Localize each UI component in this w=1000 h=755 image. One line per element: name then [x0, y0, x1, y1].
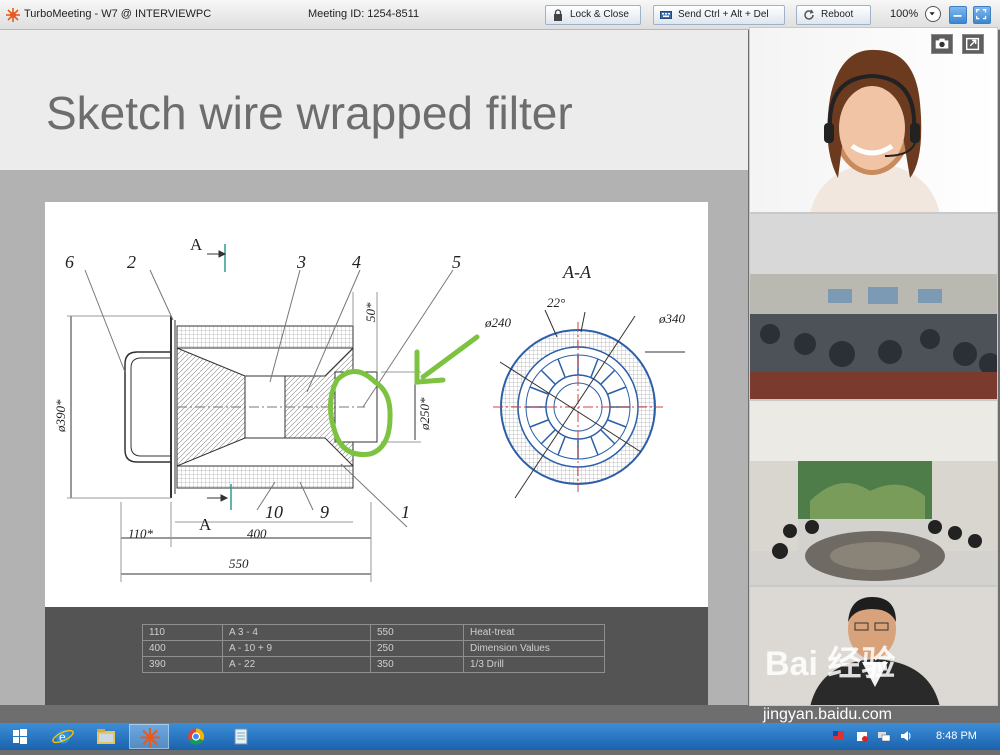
reboot-button[interactable]: Reboot: [796, 5, 871, 25]
reboot-icon: [804, 9, 814, 20]
table-row: 400 A - 10 + 9 250 Dimension Values: [142, 640, 605, 657]
video-feed-presenter[interactable]: [749, 27, 998, 213]
network-icon[interactable]: [877, 729, 891, 743]
video-feed-lecture-hall[interactable]: [749, 213, 998, 400]
lock-close-label: Lock & Close: [570, 9, 629, 20]
dim-240: ø240: [484, 315, 512, 330]
section-view: [493, 309, 685, 499]
taskbar-clock[interactable]: 8:48 PM: [936, 730, 977, 742]
dimension-table-panel: 110 A 3 - 4 550 Heat-treat 400 A - 10 + …: [45, 607, 708, 705]
dim-250: ø250*: [417, 397, 432, 431]
meeting-id: Meeting ID: 1254-8511: [308, 8, 420, 20]
send-ctrl-alt-del-button[interactable]: Send Ctrl + Alt + Del: [653, 5, 785, 25]
section-title: A-A: [562, 262, 592, 282]
callout-10: 10: [265, 502, 283, 522]
taskbar-chrome[interactable]: [176, 724, 216, 749]
callout-2: 2: [127, 252, 136, 272]
technical-drawing: A A A-A 6 2 3 4 5 10 9 1 ø390* ø250* 50*…: [45, 202, 708, 607]
callout-5: 5: [452, 252, 461, 272]
baidu-watermark-logo: Bai 经验: [765, 645, 896, 683]
zoom-level: 100%: [890, 8, 919, 20]
taskbar-explorer[interactable]: [86, 724, 126, 749]
filter-drawing-svg: A A A-A 6 2 3 4 5 10 9 1 ø390* ø250* 50*…: [53, 235, 686, 582]
table-cell: 250: [370, 640, 464, 657]
notepad-icon: [234, 728, 248, 745]
slide-title: Sketch wire wrapped filter: [46, 87, 573, 139]
table-cell: 400: [142, 640, 223, 657]
taskbar: e 8:48 PM: [0, 723, 1000, 750]
ie-icon: e: [52, 729, 74, 744]
dimension-table: 110 A 3 - 4 550 Heat-treat 400 A - 10 + …: [142, 624, 605, 673]
fullscreen-button[interactable]: [973, 6, 991, 24]
table-cell: Heat-treat: [463, 624, 605, 641]
taskbar-ie[interactable]: e: [43, 724, 83, 749]
table-row: 110 A 3 - 4 550 Heat-treat: [142, 624, 605, 641]
chevron-down-icon: [929, 12, 935, 16]
dim-340: ø340: [658, 311, 686, 326]
taskbar-turbomeeting[interactable]: [129, 724, 169, 749]
window-title: TurboMeeting - W7 @ INTERVIEWPC: [24, 8, 212, 20]
callout-9: 9: [320, 502, 329, 522]
flag-icon[interactable]: [832, 729, 846, 743]
callout-3: 3: [296, 252, 306, 272]
popout-icon: [965, 37, 980, 51]
conference-room-video-image: [750, 401, 997, 581]
lock-close-button[interactable]: Lock & Close: [545, 5, 641, 25]
table-cell: 110: [142, 624, 223, 641]
title-bar: TurboMeeting - W7 @ INTERVIEWPC Meeting …: [0, 0, 1000, 30]
table-cell: 390: [142, 656, 223, 673]
table-cell: A 3 - 4: [222, 624, 371, 641]
shared-slide: Sketch wire wrapped filter A A A-A 6 2 3…: [0, 30, 748, 705]
zoom-dropdown[interactable]: [925, 6, 941, 22]
table-cell: 1/3 Drill: [463, 656, 605, 673]
table-cell: A - 22: [222, 656, 371, 673]
send-ctrl-alt-del-label: Send Ctrl + Alt + Del: [678, 9, 769, 20]
camera-icon: [935, 38, 949, 49]
dim-50: 50*: [363, 302, 378, 322]
lecture-hall-video-image: [750, 214, 997, 399]
turbomeeting-icon: [140, 728, 160, 747]
lock-icon: [554, 9, 562, 21]
dim-angle: 22°: [547, 295, 565, 310]
chrome-icon: [188, 728, 205, 745]
slide-header: Sketch wire wrapped filter: [0, 30, 748, 170]
table-row: 390 A - 22 350 1/3 Drill: [142, 656, 605, 673]
dim-390: ø390*: [53, 399, 68, 433]
camera-button[interactable]: [931, 34, 953, 54]
reboot-label: Reboot: [821, 9, 854, 20]
folder-icon: [97, 729, 115, 744]
dim-400: 400: [247, 526, 267, 541]
section-marker-bottom: A: [199, 515, 212, 534]
keyboard-icon: [660, 11, 672, 19]
presenter-video-image: [810, 49, 940, 212]
volume-icon[interactable]: [899, 729, 913, 743]
dim-550: 550: [229, 556, 249, 571]
fullscreen-icon: [976, 9, 987, 20]
action-center-icon[interactable]: [855, 729, 869, 743]
callout-4: 4: [352, 252, 361, 272]
minimize-icon: [953, 15, 962, 17]
table-cell: A - 10 + 9: [222, 640, 371, 657]
turbomeeting-logo-icon: [6, 8, 20, 22]
table-cell: 350: [370, 656, 464, 673]
dim-110: 110*: [128, 526, 154, 541]
section-marker-top: A: [190, 235, 203, 254]
callout-6: 6: [65, 252, 74, 272]
table-cell: 550: [370, 624, 464, 641]
minimize-button[interactable]: [949, 6, 967, 24]
popout-button[interactable]: [962, 34, 984, 54]
windows-start-icon: [13, 729, 27, 744]
callout-1: 1: [401, 502, 410, 522]
table-cell: Dimension Values: [463, 640, 605, 657]
video-feed-conference-room[interactable]: [749, 400, 998, 586]
start-button[interactable]: [0, 724, 40, 749]
taskbar-notepad[interactable]: [221, 724, 261, 749]
baidu-watermark-url: jingyan.baidu.com: [763, 706, 892, 723]
